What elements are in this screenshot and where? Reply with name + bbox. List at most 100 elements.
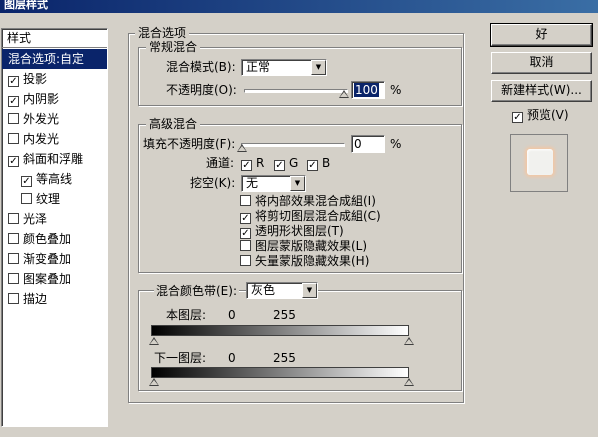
blend-if-select[interactable]: 灰色 ▼ xyxy=(246,282,318,299)
advanced-option-label: 将剪切图层混合成組(C) xyxy=(255,209,381,223)
advanced-option-checkbox[interactable] xyxy=(240,195,251,206)
advanced-blending-title: 高级混合 xyxy=(146,117,201,131)
channel-r-checkbox[interactable] xyxy=(241,160,252,171)
preview-toggle[interactable]: 预览(V) xyxy=(512,107,569,123)
channel-r[interactable]: R xyxy=(241,155,264,171)
this-layer-label: 本图层: xyxy=(166,308,207,322)
style-list-checkbox[interactable] xyxy=(8,253,19,264)
style-list-item[interactable]: 光泽 xyxy=(2,209,107,229)
blending-options-title: 混合选项 xyxy=(135,26,190,40)
style-list-checkbox[interactable] xyxy=(8,156,19,167)
style-list-checkbox[interactable] xyxy=(8,233,19,244)
channel-g-checkbox[interactable] xyxy=(274,160,285,171)
blend-if-label: 混合颜色带(E): xyxy=(154,283,239,299)
style-list-item-label: 描边 xyxy=(23,292,48,306)
style-list-item-label: 颜色叠加 xyxy=(23,232,72,246)
this-layer-low: 0 xyxy=(228,308,236,322)
knockout-select[interactable]: 无 ▼ xyxy=(241,175,306,192)
style-list-item-label: 纹理 xyxy=(36,192,61,206)
opacity-slider-track[interactable] xyxy=(244,89,348,93)
style-list-checkbox[interactable] xyxy=(8,273,19,284)
preview-label: 预览(V) xyxy=(527,108,569,122)
style-list-item[interactable]: 渐变叠加 xyxy=(2,249,107,269)
style-list-checkbox[interactable] xyxy=(8,293,19,304)
advanced-option-label: 图层蒙版隐藏效果(L) xyxy=(255,239,368,253)
blend-mode-select[interactable]: 正常 ▼ xyxy=(241,59,327,76)
style-list-item-label: 斜面和浮雕 xyxy=(23,152,84,166)
style-list-item[interactable]: 颜色叠加 xyxy=(2,229,107,249)
fill-opacity-unit: % xyxy=(390,137,402,151)
advanced-option-label: 将内部效果混合成組(I) xyxy=(255,194,376,208)
advanced-option[interactable]: 透明形状图层(T) xyxy=(240,223,344,239)
style-list-checkbox[interactable] xyxy=(21,176,32,187)
this-layer-gradient-bar[interactable] xyxy=(151,325,409,336)
style-list-item-label: 内阴影 xyxy=(23,92,60,106)
style-list-item[interactable]: 斜面和浮雕 xyxy=(2,149,107,169)
style-list-checkbox[interactable] xyxy=(8,133,19,144)
preview-swatch xyxy=(527,149,553,175)
knockout-value: 无 xyxy=(246,176,259,190)
new-style-button[interactable]: 新建样式(W)... xyxy=(491,80,592,102)
style-list-item[interactable]: 内阴影 xyxy=(2,89,107,109)
fill-opacity-value: 0 xyxy=(354,137,362,151)
advanced-option[interactable]: 将剪切图层混合成組(C) xyxy=(240,208,381,224)
style-list-item-label: 光泽 xyxy=(23,212,48,226)
opacity-value: 100 xyxy=(354,83,379,97)
channel-r-label: R xyxy=(256,156,265,170)
preview-checkbox[interactable] xyxy=(512,112,523,123)
advanced-option-checkbox[interactable] xyxy=(240,255,251,266)
channel-g[interactable]: G xyxy=(274,155,298,171)
style-list-checkbox[interactable] xyxy=(8,96,19,107)
fill-opacity-slider-handle[interactable] xyxy=(237,144,247,152)
chevron-down-icon: ▼ xyxy=(302,283,317,298)
style-list-item-label: 内发光 xyxy=(23,132,60,146)
style-list-item[interactable]: 图案叠加 xyxy=(2,269,107,289)
advanced-option[interactable]: 将内部效果混合成組(I) xyxy=(240,193,376,209)
channel-b[interactable]: B xyxy=(307,155,330,171)
opacity-unit: % xyxy=(390,83,402,97)
ok-button[interactable]: 好 xyxy=(490,23,593,47)
underlying-layer-white-handle[interactable] xyxy=(404,378,414,386)
channel-b-label: B xyxy=(322,156,331,170)
style-preview-thumbnail xyxy=(510,134,568,192)
underlying-layer-low: 0 xyxy=(228,351,236,365)
blend-if-value: 灰色 xyxy=(251,283,276,297)
chevron-down-icon: ▼ xyxy=(311,60,326,75)
knockout-label: 挖空(K): xyxy=(190,176,236,190)
advanced-option[interactable]: 图层蒙版隐藏效果(L) xyxy=(240,238,367,254)
style-list-item[interactable]: 内发光 xyxy=(2,129,107,149)
channel-g-label: G xyxy=(289,156,299,170)
advanced-option-checkbox[interactable] xyxy=(240,240,251,251)
style-list-checkbox[interactable] xyxy=(21,193,32,204)
style-list-item[interactable]: 纹理 xyxy=(2,189,107,209)
window-title: 图层样式 xyxy=(4,0,48,11)
channel-b-checkbox[interactable] xyxy=(307,160,318,171)
cancel-button[interactable]: 取消 xyxy=(491,52,592,74)
style-list-item[interactable]: 描边 xyxy=(2,289,107,309)
style-list-item[interactable]: 投影 xyxy=(2,69,107,89)
chevron-down-icon: ▼ xyxy=(290,176,305,191)
style-list-checkbox[interactable] xyxy=(8,213,19,224)
this-layer-white-handle[interactable] xyxy=(404,337,414,345)
style-list-item-label: 图案叠加 xyxy=(23,272,72,286)
this-layer-black-handle[interactable] xyxy=(149,337,159,345)
opacity-slider-handle[interactable] xyxy=(339,90,349,98)
style-list-item[interactable]: 混合选项:自定 xyxy=(2,49,107,69)
style-list-panel: 样式 混合选项:自定投影内阴影外发光内发光斜面和浮雕等高线纹理光泽颜色叠加渐变叠… xyxy=(1,28,108,427)
underlying-layer-black-handle[interactable] xyxy=(149,378,159,386)
style-list-item-label: 混合选项:自定 xyxy=(8,52,85,66)
opacity-label: 不透明度(O): xyxy=(166,83,237,97)
style-list-checkbox[interactable] xyxy=(8,76,19,87)
style-list-item[interactable]: 等高线 xyxy=(2,169,107,189)
underlying-layer-high: 255 xyxy=(273,351,296,365)
underlying-layer-label: 下一图层: xyxy=(154,351,207,365)
fill-opacity-input[interactable]: 0 xyxy=(351,135,385,153)
underlying-layer-gradient-bar[interactable] xyxy=(151,367,409,378)
style-list-header: 样式 xyxy=(2,29,107,48)
style-list-checkbox[interactable] xyxy=(8,113,19,124)
fill-opacity-slider-track[interactable] xyxy=(241,143,345,147)
style-list-item[interactable]: 外发光 xyxy=(2,109,107,129)
opacity-input[interactable]: 100 xyxy=(351,81,385,99)
advanced-option[interactable]: 矢量蒙版隐藏效果(H) xyxy=(240,253,369,269)
blend-mode-label: 混合模式(B): xyxy=(166,60,236,74)
